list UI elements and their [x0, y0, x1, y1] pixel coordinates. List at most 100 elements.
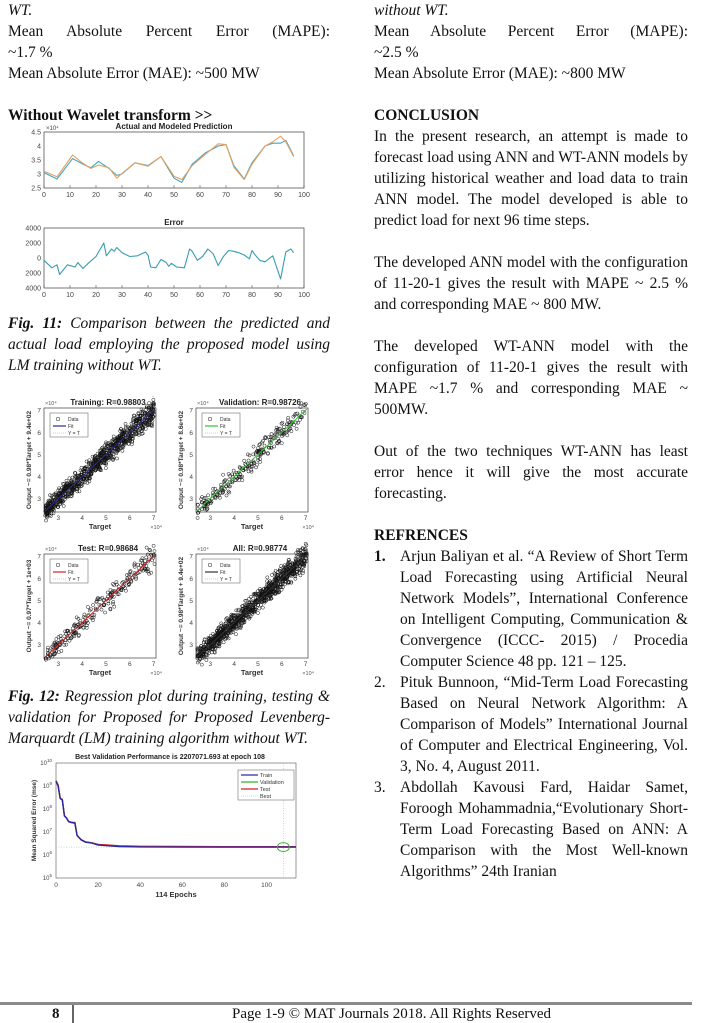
x-tick-label: 3 [56, 515, 60, 522]
y-tick-label: 3 [189, 496, 193, 503]
x-tick-label: 60 [196, 292, 204, 299]
x-tick-label: 7 [304, 661, 308, 668]
y-axis-label: Output ~= 0.98*Target + 9.4e+02 [178, 557, 185, 656]
y-tick-label: 2.5 [31, 186, 41, 193]
data-point [151, 543, 156, 548]
y-tick-label: 5 [189, 452, 193, 459]
x-tick-label: 20 [92, 192, 100, 199]
axis-exponent: ×10⁴ [150, 524, 162, 531]
x-axis-label: Target [89, 522, 112, 531]
references-heading: REFRENCES [374, 527, 468, 544]
x-tick-label: 6 [280, 661, 284, 668]
y-tick-label: 108 [43, 804, 53, 813]
x-tick-label: 7 [152, 515, 156, 522]
y-tick-label: 1010 [40, 758, 52, 767]
x-tick-label: 100 [261, 882, 272, 889]
left-mape-value: ~1.7 % [8, 44, 53, 61]
x-tick-label: 0 [54, 882, 58, 889]
axis-exponent: ×10⁴ [150, 670, 162, 677]
page-footer: 8 Page 1-9 © MAT Journals 2018. All Righ… [0, 1002, 704, 1023]
y-tick-label: 2000 [25, 241, 41, 248]
x-tick-label: 3 [208, 515, 212, 522]
panel-title: Validation: R=0.98726 [219, 398, 302, 407]
legend-label: Data [68, 417, 79, 423]
x-tick-label: 0 [42, 292, 46, 299]
y-tick-label: 4000 [25, 226, 41, 233]
y-tick-label: 3 [189, 642, 193, 649]
legend: TrainValidationTestBest [237, 769, 295, 801]
footer-divider [72, 1005, 74, 1023]
panel-title: All: R=0.98774 [233, 544, 288, 553]
y-tick-label: 7 [189, 408, 193, 415]
panel-title: Test: R=0.98684 [78, 544, 139, 553]
y-tick-label: 4.5 [31, 130, 41, 137]
axis-exponent: ×10⁴ [45, 546, 57, 553]
y-tick-label: 6 [37, 430, 41, 437]
data-point [195, 516, 200, 520]
legend-label: Y = T [220, 577, 232, 583]
x-tick-label: 5 [104, 661, 108, 668]
y-tick-label: 5 [189, 598, 193, 605]
regression-panel: Training: R=0.98803 ×10⁴ 3 4 5 6 7 3 4 5 6 7 Target ×… [26, 396, 163, 531]
page-number: 8 [52, 1006, 60, 1022]
x-tick-label: 4 [80, 515, 84, 522]
x-tick-label: 20 [94, 882, 102, 889]
x-tick-label: 80 [248, 192, 256, 199]
y-tick-label: 3.5 [31, 158, 41, 165]
x-tick-label: 40 [144, 292, 152, 299]
axis-exponent: ×10⁴ [302, 670, 314, 677]
legend-label: Fit [68, 424, 74, 430]
y-axis-label: Output ~= 0.98*Target + 9.4e+02 [26, 411, 33, 510]
reference-item: 2. Pituk Bunnoon, “Mid-Term Load Forecas… [374, 674, 688, 775]
x-axis-label: Target [89, 668, 112, 677]
y-tick-label: 7 [37, 554, 41, 561]
axis-exponent: ×10⁴ [45, 400, 57, 407]
x-tick-label: 5 [256, 515, 260, 522]
panel-title: Training: R=0.98803 [70, 398, 146, 407]
regression-panel: Test: R=0.98684 ×10⁴ 3 4 5 6 7 3 4 5 6 7 Target ×10⁴ O… [26, 543, 163, 677]
right-intro-tail: without WT. [374, 2, 449, 19]
error-chart: Error 0 10 20 30 40 50 60 70 80 90 100 4000 2000 0 2000… [25, 218, 310, 299]
x-tick-label: 5 [104, 515, 108, 522]
x-tick-label: 80 [221, 882, 229, 889]
y-tick-label: 0 [37, 256, 41, 263]
x-tick-label: 60 [196, 192, 204, 199]
y-tick-label: 3 [37, 496, 41, 503]
x-tick-label: 20 [92, 292, 100, 299]
legend-label: Best [260, 794, 271, 800]
x-axis-label: 114 Epochs [155, 890, 196, 899]
y-tick-label: 3 [37, 172, 41, 179]
fig11-prediction-charts: Actual and Modeled Prediction0 10 20 30 40 50… [25, 122, 310, 299]
x-tick-label: 90 [274, 292, 282, 299]
fig12-regression-plots: Training: R=0.98803 ×10⁴ 3 4 5 6 7 3 4 5 6 7 Target ×… [26, 396, 315, 677]
legend-label: Data [220, 563, 231, 569]
legend-label: Fit [220, 424, 226, 430]
legend-label: Test [260, 787, 271, 793]
actual-vs-modeled-chart: Actual and Modeled Prediction 0 10 20 30 40 50… [31, 122, 310, 199]
y-tick-label: 107 [43, 827, 53, 836]
regression-panel: Validation: R=0.98726 ×10⁴ 3 4 5 6 7 3 4 5 6 7 Targe… [178, 398, 315, 531]
fig11-caption: Fig. 11: Comparison between the predicte… [8, 315, 330, 374]
legend-label: Y = T [68, 577, 80, 583]
right-column: without WT. Mean Absolute Percent Error … [374, 0, 688, 882]
y-tick-label: 4 [37, 620, 41, 627]
y-tick-label: 105 [43, 873, 53, 882]
legend: DataFitY = T [49, 412, 89, 438]
plot-frame [43, 227, 305, 289]
axis-exponent: ×10⁴ [46, 125, 59, 132]
conclusion-heading: CONCLUSION [374, 107, 480, 124]
x-axis-label: Target [241, 668, 264, 677]
x-tick-label: 7 [152, 661, 156, 668]
y-tick-label: 2000 [25, 271, 41, 278]
left-mae-line: Mean Absolute Error (MAE): ~500 MW [8, 65, 260, 82]
x-tick-label: 70 [222, 292, 230, 299]
x-tick-label: 50 [170, 292, 178, 299]
y-tick-label: 4 [189, 620, 193, 627]
y-tick-label: 6 [189, 430, 193, 437]
y-tick-label: 7 [189, 554, 193, 561]
reference-item: 3. Abdollah Kavousi Fard, Haidar Samet, … [374, 779, 688, 880]
x-tick-label: 6 [280, 515, 284, 522]
x-tick-label: 40 [137, 882, 145, 889]
legend: DataFitY = T [201, 558, 241, 584]
y-tick-label: 106 [43, 850, 53, 859]
